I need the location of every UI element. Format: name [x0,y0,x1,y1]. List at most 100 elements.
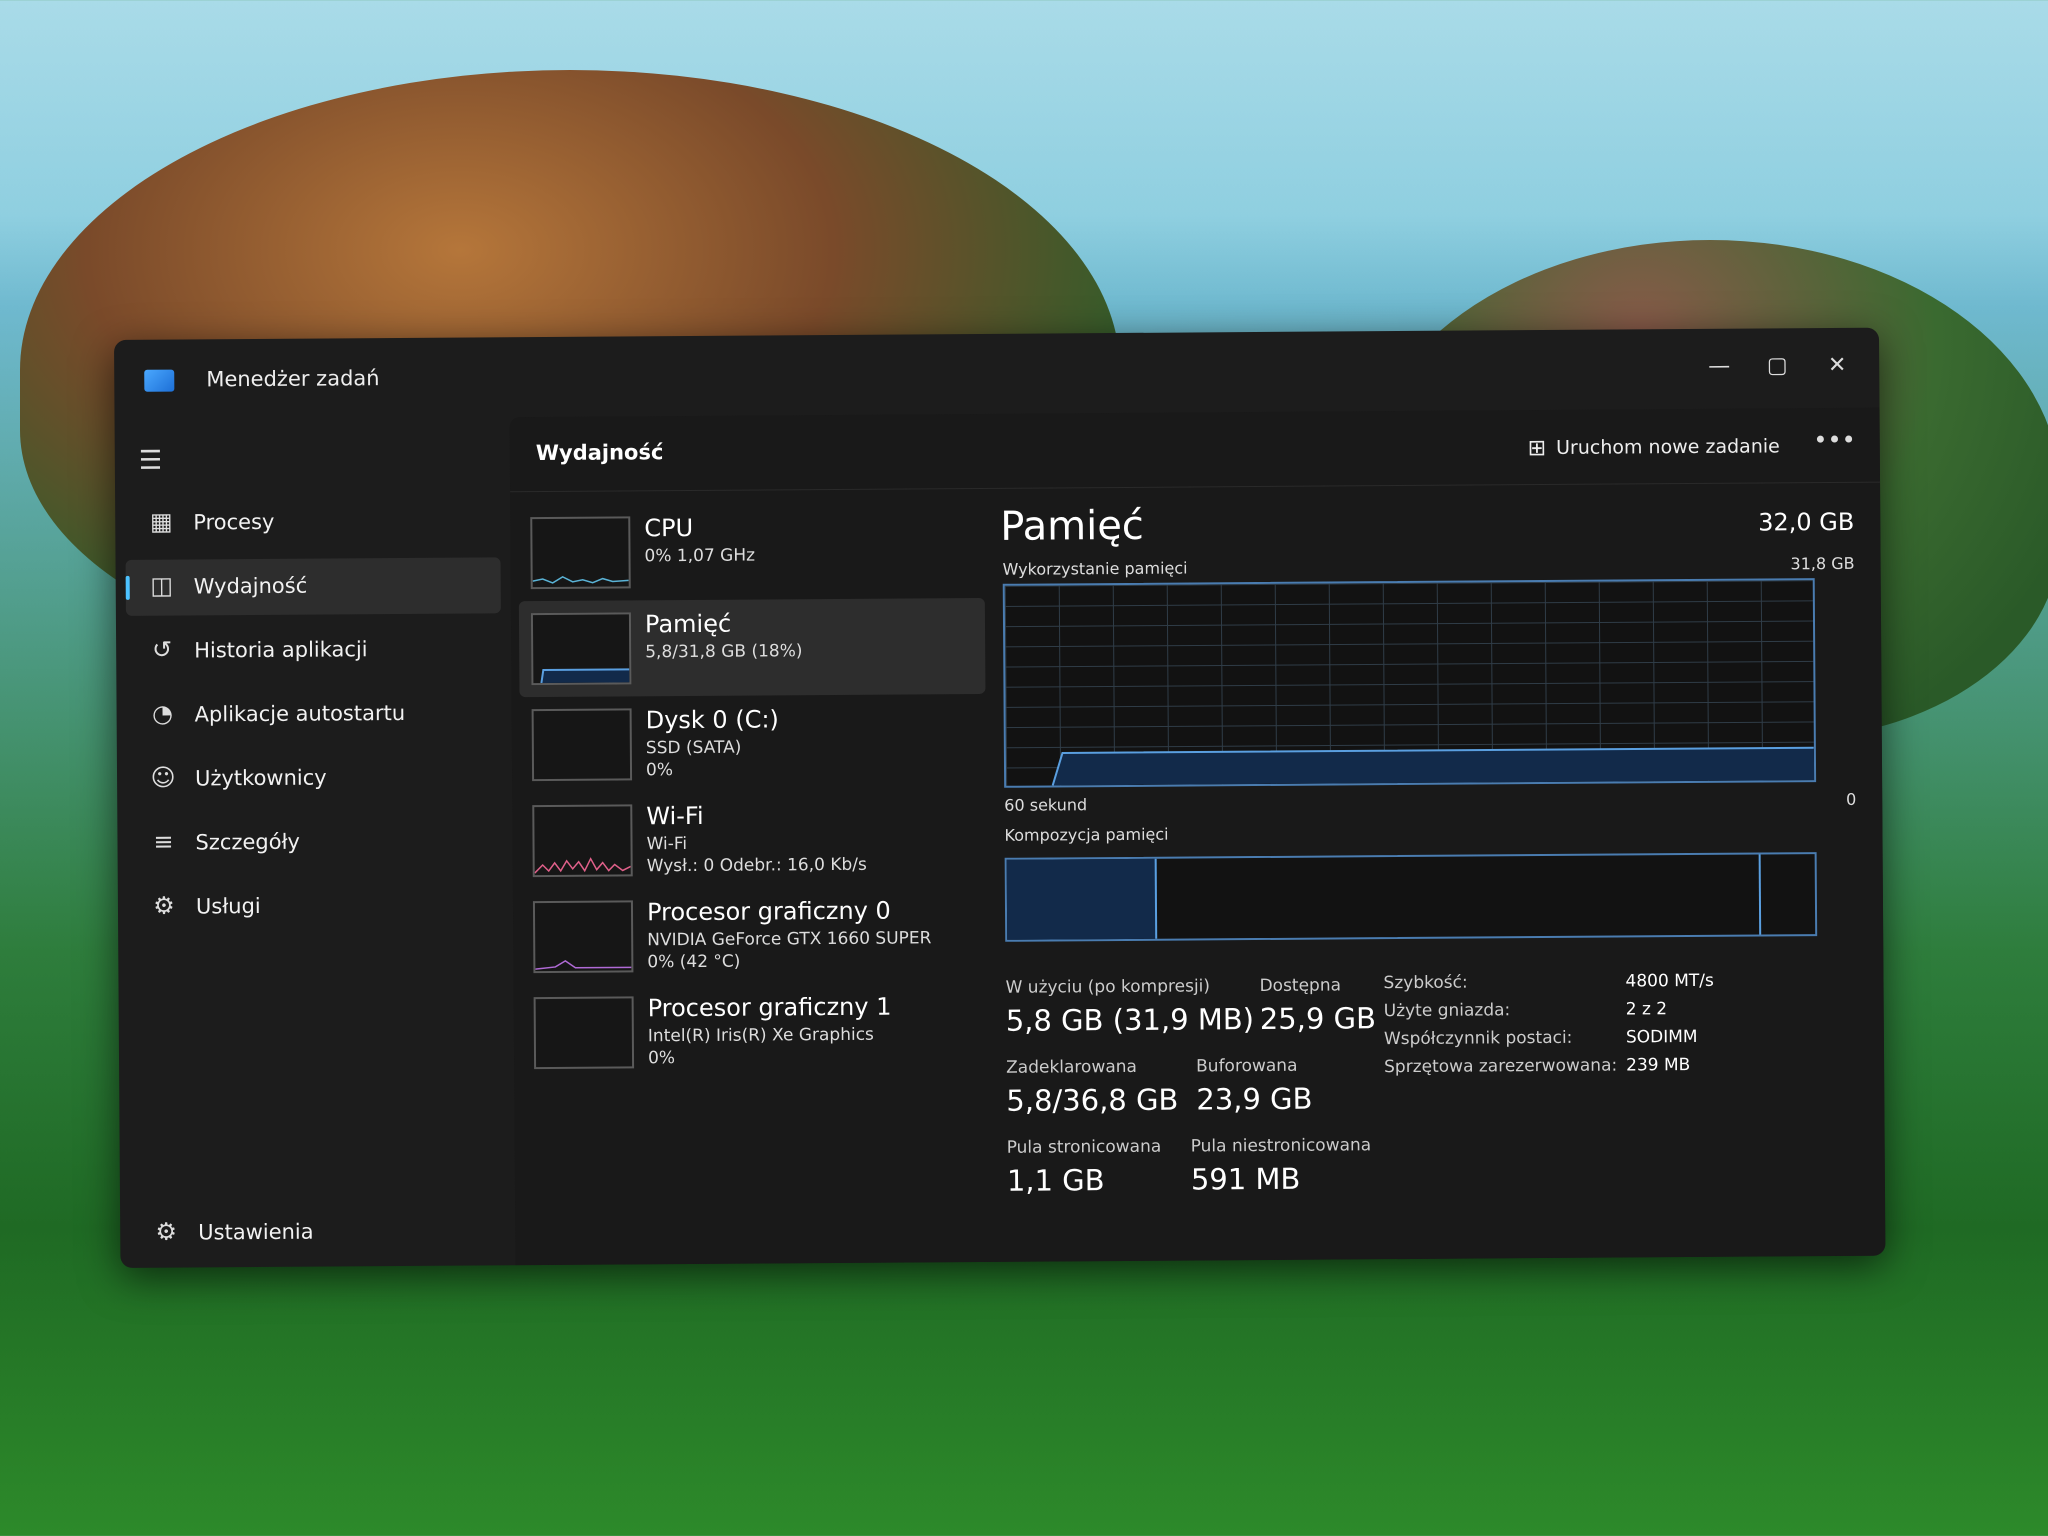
resource-name: Pamięć [644,609,732,639]
resource-name: Procesor graficzny 0 [646,896,891,927]
sidebar-item-label: Ustawienia [198,1219,314,1245]
resource-name: Wi-Fi [646,801,704,831]
composition-label: Kompozycja pamięci [1004,824,1169,845]
run-new-task-button[interactable]: ⊞ Uruchom nowe zadanie [1528,428,1780,466]
sidebar-item-label: Procesy [193,509,275,535]
page-header: Wydajność ⊞ Uruchom nowe zadanie ••• [509,407,1881,493]
resource-gpu0[interactable]: Procesor graficzny 0 NVIDIA GeForce GTX … [521,886,988,985]
time-axis-label: 60 sekund [1004,795,1088,815]
sidebar-item-label: Użytkownicy [194,765,327,791]
resource-detail: 5,8/31,8 GB (18%) [645,641,803,663]
memory-composition-bar [1004,852,1818,942]
prop-slots-label: Użyte gniazda: [1383,1000,1511,1022]
sidebar-item-settings[interactable]: ⚙ Ustawienia [130,1203,505,1262]
resource-cpu[interactable]: CPU 0% 1,07 GHz [518,502,985,601]
committed-value: 5,8/36,8 GB [1006,1082,1179,1118]
sidebar-item-users[interactable]: ☺ Użytkownicy [127,749,502,808]
sidebar: ☰ ▦ Procesy ◫ Wydajność ↺ Historia aplik… [115,417,516,1268]
more-options-icon[interactable]: ••• [1813,426,1856,454]
resource-name: CPU [644,513,694,543]
sidebar-item-processes[interactable]: ▦ Procesy [125,493,500,552]
run-task-icon: ⊞ [1527,435,1547,461]
users-icon: ☺ [150,763,176,792]
resource-wifi[interactable]: Wi-Fi Wi-Fi Wysł.: 0 Odebr.: 16,0 Kb/s [520,790,987,889]
composition-in-use [1006,858,1158,940]
sidebar-item-details[interactable]: ≡ Szczegóły [127,813,502,872]
resource-detail: SSD (SATA) [645,737,742,759]
memory-detail-panel: Pamięć 32,0 GB Wykorzystanie pamięci 31,… [1000,498,1859,1242]
sidebar-item-label: Aplikacje autostartu [194,700,406,727]
app-title: Menedżer zadań [206,366,380,392]
in-use-label: W użyciu (po kompresji) [1005,976,1211,998]
sidebar-item-startup-apps[interactable]: ◔ Aplikacje autostartu [126,685,501,744]
available-label: Dostępna [1259,975,1342,997]
page-title: Wydajność [535,440,664,466]
available-value: 25,9 GB [1259,1001,1377,1037]
menu-icon[interactable]: ☰ [139,446,163,476]
resource-detail: NVIDIA GeForce GTX 1660 SUPER [647,928,932,951]
sidebar-item-services[interactable]: ⚙ Usługi [128,877,503,936]
memory-total: 32,0 GB [1758,507,1855,537]
task-manager-window: Menedżer zadań — ▢ ✕ ☰ ▦ Procesy ◫ Wydaj… [114,327,1886,1268]
prop-slots-value: 2 z 2 [1625,999,1668,1020]
memory-thumbnail [530,612,632,686]
resource-detail: Wi-Fi [646,834,688,855]
sidebar-item-performance[interactable]: ◫ Wydajność [125,557,501,616]
performance-icon: ◫ [150,571,174,600]
resource-gpu1[interactable]: Procesor graficzny 1 Intel(R) Iris(R) Xe… [522,982,989,1081]
details-icon: ≡ [153,827,174,856]
sidebar-item-app-history[interactable]: ↺ Historia aplikacji [126,621,501,680]
history-icon: ↺ [152,635,173,664]
resource-name: Procesor graficzny 1 [647,992,892,1023]
close-button[interactable]: ✕ [1807,346,1867,386]
in-use-value: 5,8 GB (31,9 MB) [1005,1002,1255,1038]
resource-memory[interactable]: Pamięć 5,8/31,8 GB (18%) [518,597,986,698]
gpu1-thumbnail [533,996,635,1070]
composition-cached-end [1758,854,1762,935]
task-manager-icon [144,369,175,392]
minimize-button[interactable]: — [1689,347,1749,387]
resource-name: Dysk 0 (C:) [645,705,779,735]
resource-detail: Intel(R) Iris(R) Xe Graphics [647,1024,874,1047]
wifi-thumbnail [532,804,633,878]
paged-pool-value: 1,1 GB [1006,1163,1105,1198]
resource-detail: 0% [647,1048,676,1069]
maximize-button[interactable]: ▢ [1747,346,1807,386]
usage-area [1052,747,1815,786]
sidebar-item-label: Usługi [195,893,261,919]
services-icon: ⚙ [153,891,175,920]
prop-hw-reserved-value: 239 MB [1626,1055,1691,1076]
nonpaged-pool-label: Pula niestronicowana [1190,1135,1372,1157]
settings-gear-icon: ⚙ [155,1217,178,1246]
usage-max: 31,8 GB [1790,553,1855,574]
resource-detail: 0% (42 °C) [647,951,741,973]
detail-title: Pamięć [1000,502,1144,550]
run-task-label: Uruchom nowe zadanie [1556,435,1780,459]
nonpaged-pool-value: 591 MB [1190,1161,1301,1197]
prop-speed-value: 4800 MT/s [1625,970,1714,992]
resource-disk[interactable]: Dysk 0 (C:) SSD (SATA) 0% [520,694,987,793]
sidebar-item-label: Historia aplikacji [194,637,368,663]
prop-speed-label: Szybkość: [1383,972,1468,994]
resource-list: CPU 0% 1,07 GHz Pamięć 5,8/31,8 GB (18%)… [518,502,988,1081]
resource-detail: 0% [645,760,674,781]
processes-icon: ▦ [149,507,173,536]
gpu0-thumbnail [532,900,634,974]
main-content: Wydajność ⊞ Uruchom nowe zadanie ••• CPU… [509,407,1886,1266]
disk-thumbnail [531,708,633,782]
prop-form-factor-value: SODIMM [1625,1026,1698,1048]
sidebar-item-label: Szczegóły [195,829,301,855]
sidebar-item-label: Wydajność [193,573,308,599]
prop-hw-reserved-label: Sprzętowa zarezerwowana: [1384,1055,1618,1078]
committed-label: Zadeklarowana [1006,1056,1138,1078]
usage-label: Wykorzystanie pamięci [1002,558,1188,579]
paged-pool-label: Pula stronicowana [1006,1136,1162,1158]
title-bar[interactable]: Menedżer zadań — ▢ ✕ [114,328,1880,420]
prop-form-factor-label: Współczynnik postaci: [1383,1027,1573,1050]
time-axis-zero: 0 [1845,789,1857,809]
resource-detail: 0% 1,07 GHz [644,545,756,567]
cpu-thumbnail [530,516,631,590]
resource-detail: Wysł.: 0 Odebr.: 16,0 Kb/s [646,854,867,877]
cached-value: 23,9 GB [1196,1081,1313,1117]
active-indicator [125,575,130,600]
